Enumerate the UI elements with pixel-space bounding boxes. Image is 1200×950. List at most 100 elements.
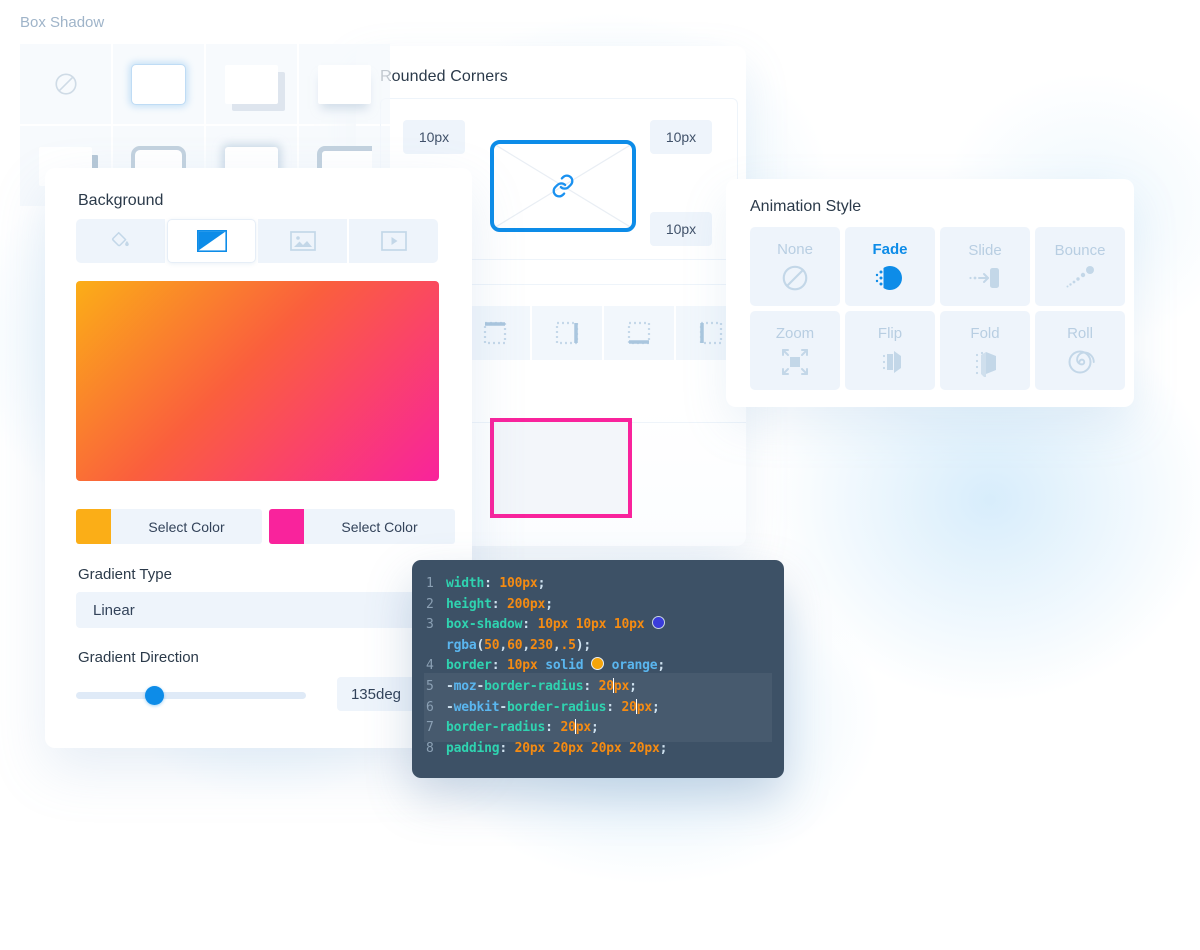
background-title: Background: [78, 192, 163, 210]
animation-option-label: Zoom: [776, 325, 814, 342]
box-shadow-option-glow[interactable]: [113, 44, 204, 124]
border-side-bottom[interactable]: [604, 306, 674, 360]
gradient-direction-slider[interactable]: [76, 684, 306, 706]
animation-option-label: Slide: [968, 242, 1001, 259]
video-icon: [381, 231, 407, 251]
rounded-corners-title: Rounded Corners: [380, 68, 508, 86]
line-number: 6: [426, 698, 446, 719]
code-line-text: box-shadow: 10px 10px 10px: [446, 615, 665, 636]
code-line: 7 border-radius: 20px;: [426, 718, 776, 739]
animation-option-label: None: [777, 241, 813, 258]
select-color-button-end[interactable]: Select Color: [304, 509, 455, 544]
code-line: 1 width: 100px;: [426, 574, 776, 595]
image-icon: [290, 231, 316, 251]
box-shadow-option-none[interactable]: [20, 44, 111, 124]
slider-thumb[interactable]: [145, 686, 164, 705]
select-color-button-start[interactable]: Select Color: [111, 509, 262, 544]
code-line-text: height: 200px;: [446, 595, 553, 616]
gradient-type-label: Gradient Type: [78, 566, 172, 583]
corner-radius-top-left[interactable]: 10px: [403, 120, 465, 154]
line-number: 8: [426, 739, 446, 760]
color-swatch-box-shadow[interactable]: [652, 616, 665, 629]
code-line-text: width: 100px;: [446, 574, 545, 595]
slide-icon: [968, 264, 1002, 292]
gradient-color-stops: Select Color Select Color: [76, 509, 455, 544]
line-number: 3: [426, 615, 446, 636]
animation-option-fade[interactable]: Fade: [845, 227, 935, 306]
border-preview-box: [490, 418, 632, 518]
slider-track: [76, 692, 306, 699]
line-number: 1: [426, 574, 446, 595]
animation-option-fold[interactable]: Fold: [940, 311, 1030, 390]
code-line: 6 -webkit-border-radius: 20px;: [426, 698, 776, 719]
gradient-direction-label: Gradient Direction: [78, 649, 199, 666]
shadow-drop-bottom-icon: [318, 65, 371, 104]
code-line: 3 box-shadow: 10px 10px 10px: [426, 615, 776, 636]
no-entry-icon: [780, 263, 810, 293]
corner-radius-bottom-right[interactable]: 10px: [650, 212, 712, 246]
animation-option-bounce[interactable]: Bounce: [1035, 227, 1125, 306]
border-left-icon: [697, 319, 725, 347]
code-line: 2 height: 200px;: [426, 595, 776, 616]
background-tab-image[interactable]: [258, 219, 347, 263]
color-swatch-border[interactable]: [591, 657, 604, 670]
box-shadow-title: Box Shadow: [20, 14, 104, 31]
code-line: 5 -moz-border-radius: 20px;: [426, 677, 776, 698]
background-tab-solid-color[interactable]: [76, 219, 165, 263]
code-line: 8 padding: 20px 20px 20px 20px;: [426, 739, 776, 760]
animation-option-zoom[interactable]: Zoom: [750, 311, 840, 390]
line-number: 7: [426, 718, 446, 739]
gradient-direction-value[interactable]: 135deg: [337, 677, 415, 711]
code-line-text: -moz-border-radius: 20px;: [446, 677, 637, 698]
flip-icon: [875, 347, 905, 377]
animation-option-label: Roll: [1067, 325, 1093, 342]
code-line-text: rgba(50,60,230,.5);: [446, 636, 591, 657]
canvas: Rounded Corners 10px 10px 10px: [0, 0, 1200, 851]
line-number: 4: [426, 656, 446, 677]
fold-icon: [970, 347, 1000, 377]
code-line-text: -webkit-border-radius: 20px;: [446, 698, 660, 719]
code-line: rgba(50,60,230,.5);: [426, 636, 776, 657]
background-tab-video[interactable]: [349, 219, 438, 263]
color-swatch-end[interactable]: [269, 509, 304, 544]
zoom-arrows-icon: [780, 347, 810, 377]
line-number: 5: [426, 677, 446, 698]
animation-style-grid: None Fade Slide: [750, 227, 1125, 390]
corner-link-preview[interactable]: [490, 140, 636, 232]
paint-bucket-icon: [110, 230, 132, 252]
animation-style-panel: Animation Style None Fade Slide: [726, 179, 1134, 407]
link-icon: [550, 173, 576, 199]
animation-option-none[interactable]: None: [750, 227, 840, 306]
code-line-text: padding: 20px 20px 20px 20px;: [446, 739, 667, 760]
border-bottom-icon: [625, 319, 653, 347]
box-shadow-option-offset-soft[interactable]: [206, 44, 297, 124]
spiral-icon: [1065, 347, 1095, 377]
gradient-icon: [197, 230, 227, 252]
background-tab-gradient[interactable]: [167, 219, 256, 263]
border-side-right[interactable]: [532, 306, 602, 360]
bounce-icon: [1063, 264, 1097, 292]
code-line: 4 border: 10px solid orange;: [426, 656, 776, 677]
code-editor[interactable]: 1 width: 100px; 2 height: 200px; 3 box-s…: [412, 560, 784, 778]
code-line-text: border: 10px solid orange;: [446, 656, 665, 677]
animation-option-label: Bounce: [1055, 242, 1106, 259]
box-shadow-option-drop-bottom[interactable]: [299, 44, 390, 124]
corner-radius-top-right[interactable]: 10px: [650, 120, 712, 154]
animation-option-slide[interactable]: Slide: [940, 227, 1030, 306]
animation-option-flip[interactable]: Flip: [845, 311, 935, 390]
code-lines: 1 width: 100px; 2 height: 200px; 3 box-s…: [426, 574, 776, 759]
animation-option-label: Fade: [872, 241, 907, 258]
shadow-glow-icon: [131, 64, 186, 105]
background-type-tabs: [76, 219, 438, 263]
gradient-type-select[interactable]: Linear: [76, 592, 439, 628]
animation-style-title: Animation Style: [750, 198, 861, 216]
fade-icon: [874, 263, 906, 293]
color-swatch-start[interactable]: [76, 509, 111, 544]
background-panel: Background: [45, 168, 472, 748]
shadow-offset-soft-icon: [225, 65, 278, 104]
border-side-selector: [460, 306, 746, 360]
animation-option-roll[interactable]: Roll: [1035, 311, 1125, 390]
border-top-icon: [481, 319, 509, 347]
no-entry-icon: [53, 71, 79, 97]
gradient-preview: [76, 281, 439, 481]
